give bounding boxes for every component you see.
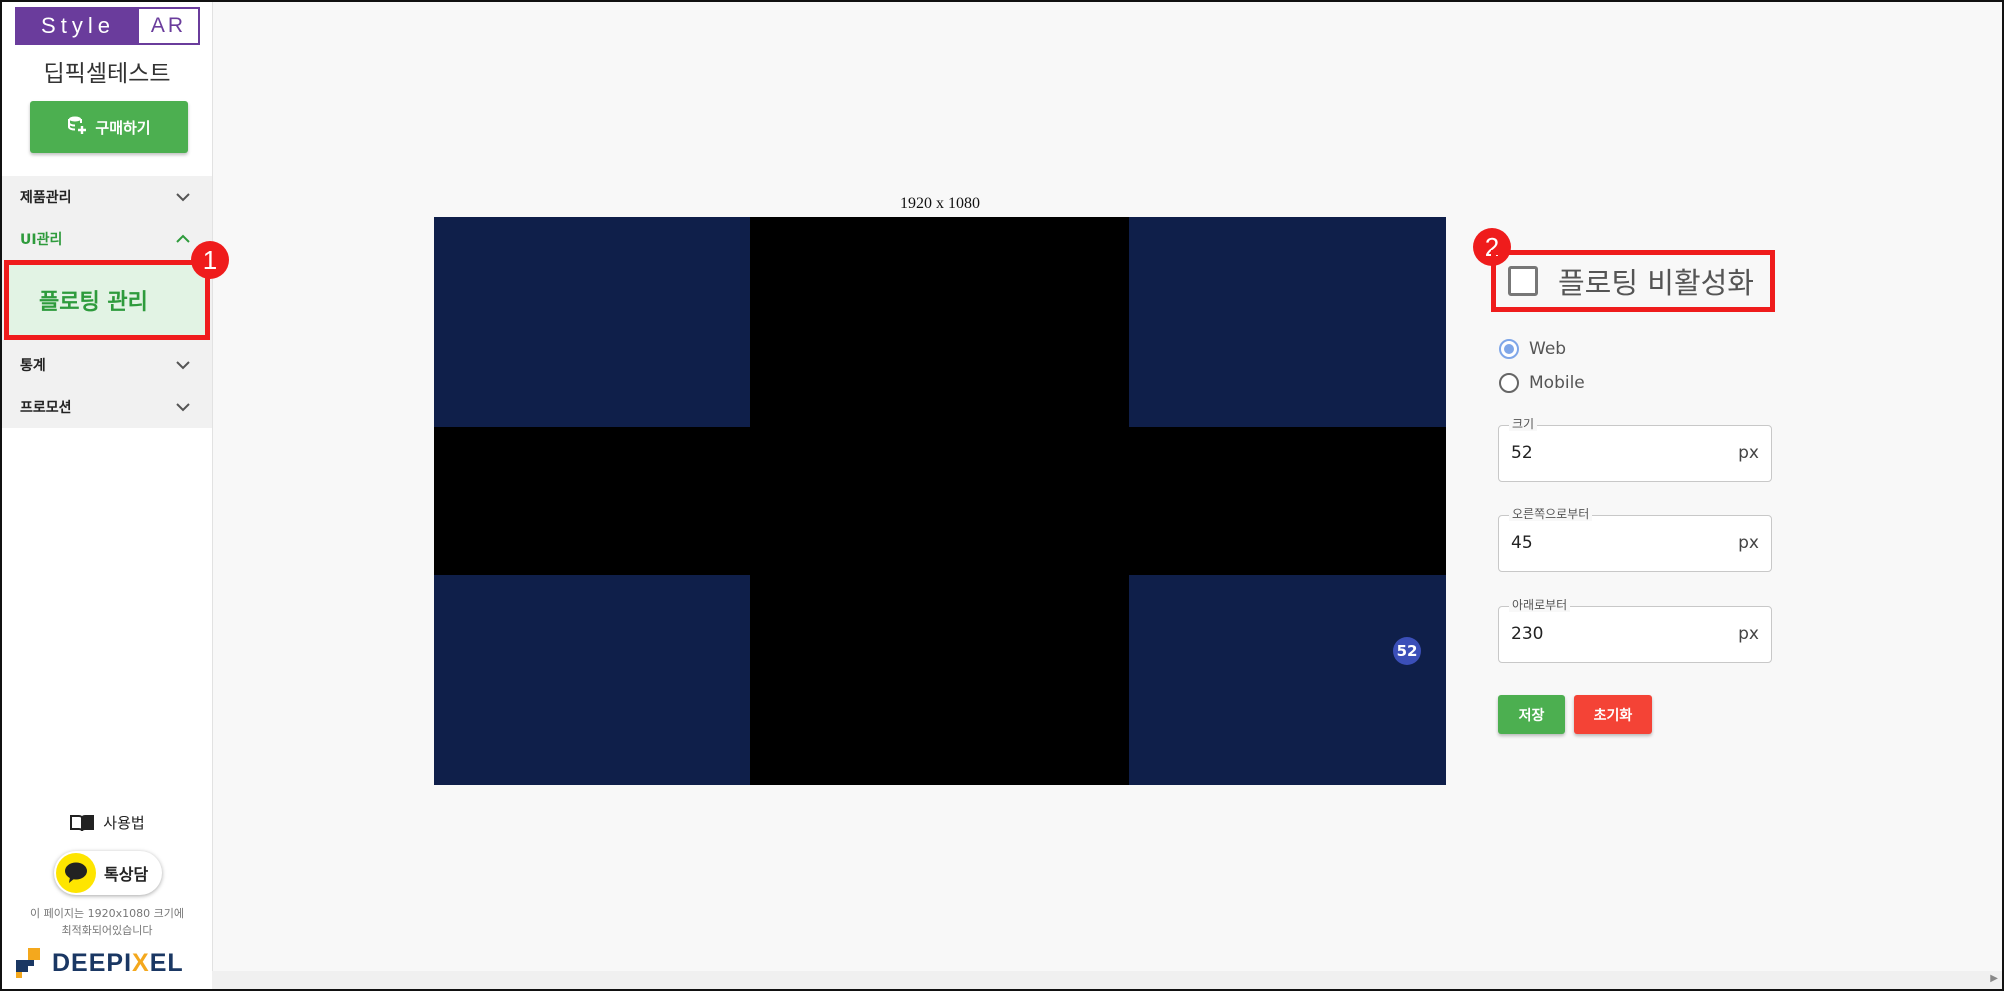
sidebar-item-label: 제품관리 bbox=[20, 190, 72, 206]
annotation-marker-1: 1 bbox=[191, 241, 229, 279]
manual-label: 사용법 bbox=[103, 814, 145, 832]
reset-button[interactable]: 초기화 bbox=[1574, 695, 1652, 734]
sidebar-item-ui[interactable]: UI관리 bbox=[2, 218, 212, 260]
sidebar: Style AR 딥픽셀테스트 구매하기 제품관리 UI관리 플로팅 관리 통계… bbox=[2, 2, 213, 989]
save-button[interactable]: 저장 bbox=[1498, 695, 1565, 734]
radio-web-label: Web bbox=[1529, 339, 1567, 359]
notice-line-2: 최적화되어있습니다 bbox=[61, 924, 153, 937]
sidebar-item-product[interactable]: 제품관리 bbox=[2, 176, 212, 218]
bottom-offset-field-label: 아래로부터 bbox=[1509, 598, 1571, 612]
radio-web-button[interactable] bbox=[1499, 339, 1519, 359]
sidebar-menu: 제품관리 UI관리 플로팅 관리 통계 프로모션 bbox=[2, 176, 212, 428]
logo-text-part1: DEEPI bbox=[52, 948, 133, 977]
logo-text: DEEPIXEL bbox=[52, 949, 184, 978]
size-field-value[interactable]: 52 bbox=[1511, 443, 1711, 463]
floating-disable-toggle[interactable]: 플로팅 비활성화 bbox=[1491, 250, 1775, 312]
size-field[interactable]: 크기 52 px bbox=[1498, 417, 1772, 482]
brand-ar-text: AR bbox=[150, 14, 187, 37]
logo-text-part2: EL bbox=[149, 948, 184, 977]
preview-panel bbox=[1129, 217, 1446, 427]
bottom-offset-field[interactable]: 아래로부터 230 px bbox=[1498, 598, 1772, 663]
kakao-label: 톡상담 bbox=[104, 865, 149, 884]
scroll-right-arrow-icon[interactable]: ▶ bbox=[1990, 973, 1998, 984]
bottom-offset-field-unit: px bbox=[1738, 624, 1759, 644]
chevron-down-icon bbox=[176, 403, 190, 412]
sidebar-item-label: UI관리 bbox=[20, 232, 63, 248]
database-plus-icon bbox=[67, 115, 87, 139]
chevron-up-icon bbox=[176, 234, 190, 243]
chevron-down-icon bbox=[176, 193, 190, 202]
brand-logo[interactable]: Style AR bbox=[15, 7, 200, 45]
preview-resolution-label: 1920 x 1080 bbox=[900, 195, 980, 212]
manual-link[interactable]: 사용법 bbox=[2, 812, 212, 833]
logo-text-x: X bbox=[132, 948, 150, 977]
floating-disable-checkbox[interactable] bbox=[1508, 266, 1538, 296]
book-icon bbox=[70, 814, 95, 831]
buy-button[interactable]: 구매하기 bbox=[30, 101, 188, 153]
chevron-down-icon bbox=[176, 361, 190, 370]
shop-name: 딥픽셀테스트 bbox=[43, 61, 171, 87]
sidebar-subitem-label: 플로팅 관리 bbox=[39, 290, 148, 315]
preview-panel bbox=[1129, 575, 1446, 785]
floating-button-preview[interactable]: 52 bbox=[1393, 637, 1421, 665]
right-offset-field-label: 오른쪽으로부터 bbox=[1509, 507, 1593, 521]
radio-mobile-label: Mobile bbox=[1529, 373, 1585, 393]
sidebar-item-stats[interactable]: 통계 bbox=[2, 344, 212, 386]
bottom-offset-field-value[interactable]: 230 bbox=[1511, 624, 1711, 644]
brand-style-text: Style bbox=[17, 9, 139, 43]
resolution-notice: 이 페이지는 1920x1080 크기에 최적화되어있습니다 bbox=[2, 905, 212, 939]
notice-line-1: 이 페이지는 1920x1080 크기에 bbox=[30, 907, 184, 920]
sidebar-item-promotion[interactable]: 프로모션 bbox=[2, 386, 212, 428]
size-field-unit: px bbox=[1738, 443, 1759, 463]
right-offset-field-value[interactable]: 45 bbox=[1511, 533, 1711, 553]
preview-panel bbox=[434, 575, 750, 785]
floating-disable-label: 플로팅 비활성화 bbox=[1558, 266, 1754, 300]
right-offset-field-unit: px bbox=[1738, 533, 1759, 553]
kakao-chat-button[interactable]: 톡상담 bbox=[54, 851, 162, 895]
right-offset-field[interactable]: 오른쪽으로부터 45 px bbox=[1498, 507, 1772, 572]
floating-preview: 52 bbox=[434, 217, 1446, 785]
chat-bubble-icon bbox=[56, 853, 96, 893]
preview-panel bbox=[434, 217, 750, 427]
sidebar-subitem-floating[interactable]: 플로팅 관리 bbox=[4, 260, 210, 340]
deepixel-logo: DEEPIXEL bbox=[14, 948, 184, 978]
radio-web[interactable]: Web bbox=[1499, 339, 1566, 359]
radio-mobile[interactable]: Mobile bbox=[1499, 373, 1585, 393]
sidebar-item-label: 프로모션 bbox=[20, 400, 72, 416]
radio-mobile-button[interactable] bbox=[1499, 373, 1519, 393]
horizontal-scrollbar[interactable]: ▶ bbox=[212, 971, 2002, 989]
sidebar-item-label: 통계 bbox=[20, 358, 46, 374]
app-window: Style AR 딥픽셀테스트 구매하기 제품관리 UI관리 플로팅 관리 통계… bbox=[0, 0, 2004, 991]
buy-button-label: 구매하기 bbox=[95, 118, 151, 137]
deepixel-logo-mark bbox=[16, 948, 40, 978]
size-field-label: 크기 bbox=[1509, 417, 1538, 431]
